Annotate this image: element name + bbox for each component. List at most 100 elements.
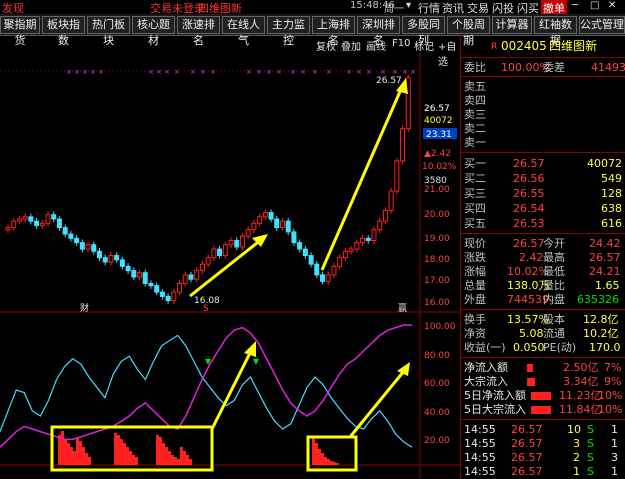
- tab-main-force-monitor[interactable]: 主力监控: [267, 16, 310, 47]
- separator: [461, 152, 625, 153]
- tick-time: 14:55: [464, 451, 496, 464]
- indicator-bar: [315, 443, 318, 465]
- tab-formula-manager[interactable]: 公式管理: [579, 16, 625, 34]
- signal-mark: ×: [380, 68, 386, 76]
- candle-body: [342, 250, 348, 259]
- kline-chart[interactable]: × × × × × × × × × × × × × × × × × × × × × × × × × × × 26.57 40072 …: [0, 53, 460, 479]
- weekday: 周一: [384, 4, 404, 15]
- candle-body: [68, 233, 74, 239]
- axis-label-prevclose: 23.31: [426, 130, 452, 140]
- signal-mark: ×: [246, 68, 252, 76]
- candle-body: [91, 244, 97, 252]
- bid1-price: 26.57: [513, 157, 545, 170]
- candle-body: [45, 214, 51, 224]
- stat-value: 170.0: [589, 341, 621, 354]
- candle-body: [22, 216, 28, 220]
- indicator-bar: [67, 443, 70, 465]
- indicator-bar: [312, 437, 315, 465]
- candle-body: [125, 265, 131, 272]
- chart-toolbar: 复权 叠加 画线 F10 标记 +自选: [0, 37, 460, 68]
- indicator-bar: [120, 439, 123, 465]
- tick-side: S: [587, 423, 594, 436]
- stat-label: 换手: [464, 313, 486, 326]
- indicator-bar: [123, 443, 126, 465]
- signal-mark: ×: [74, 68, 80, 76]
- maximize-icon[interactable]: □: [590, 0, 599, 11]
- flow-label: 5日大宗流入: [464, 403, 526, 416]
- tab-core-themes[interactable]: 核心题材: [132, 16, 175, 47]
- signal-mark: ×: [190, 68, 196, 76]
- separator: [461, 357, 625, 358]
- ask1-label: 卖一: [464, 136, 486, 149]
- candle-body: [354, 242, 360, 250]
- close-icon[interactable]: ✕: [608, 0, 616, 11]
- signal-mark: ×: [174, 68, 180, 76]
- indicator-bar: [321, 453, 324, 465]
- bid2-label: 买二: [464, 172, 486, 185]
- ask2-label: 卖二: [464, 122, 486, 135]
- bid3-label: 买三: [464, 187, 486, 200]
- tab-speed-rank[interactable]: 涨速排名: [177, 16, 220, 47]
- tab-shanghai-rank[interactable]: 上海排名: [312, 16, 355, 47]
- draw-line-button[interactable]: 画线: [366, 38, 386, 53]
- tab-sector-index[interactable]: 板块指数: [42, 16, 85, 47]
- candle-body: [308, 255, 314, 265]
- window-menu-icon[interactable]: ▾: [406, 0, 411, 11]
- tab-hot-sectors[interactable]: 热门板块: [87, 16, 130, 47]
- indicator-bar: [85, 453, 88, 465]
- candle-body: [257, 216, 263, 224]
- ind-label-40: 40.00: [424, 408, 450, 418]
- candle-body: [371, 229, 377, 241]
- flow-label: 净流入额: [464, 361, 508, 374]
- tab-shenzhen-rank[interactable]: 深圳排名: [357, 16, 400, 47]
- candle-body: [154, 285, 160, 293]
- candle-body: [320, 274, 326, 282]
- candle-body: [268, 212, 274, 220]
- stock-name: 四维图新: [549, 39, 598, 53]
- signal-markers: × × × × × × × × × × × × × × × × × × × × × × × × × × ×: [66, 68, 416, 76]
- tab-stock-period[interactable]: 个股周期: [447, 16, 490, 47]
- f10-button[interactable]: F10: [392, 38, 410, 49]
- stat-label: 量比: [543, 279, 565, 292]
- arrow-line-4: [348, 370, 406, 438]
- candle-body: [74, 237, 80, 244]
- stat-label: PE(动): [543, 341, 577, 354]
- tab-hongxiu-data[interactable]: 红袖数据: [534, 16, 577, 47]
- overlay-button[interactable]: 叠加: [341, 38, 361, 53]
- tab-online-popularity[interactable]: 在线人气: [222, 16, 265, 47]
- stat-value: 10.2亿: [583, 327, 619, 340]
- stat-label: 涨跌: [464, 251, 486, 264]
- signal-mark: ×: [346, 68, 352, 76]
- function-tab-bar: 聚指期货 板块指数 热门板块 核心题材 涨速排名 在线人气 主力监控 上海排名 …: [0, 14, 625, 47]
- flow-label: 5日净流入额: [464, 389, 526, 402]
- indicator-bar: [180, 447, 183, 465]
- candle-body: [39, 222, 45, 226]
- restore-rights-button[interactable]: 复权: [316, 38, 336, 53]
- title-bar: 发现 交易未登录 四维图新 15:48:46 周一 ▾ 行情 资讯 交易 闪投 …: [0, 0, 625, 16]
- flow-bar: [527, 364, 533, 372]
- candle-body: [102, 257, 108, 263]
- tick-vol: 2: [573, 451, 580, 464]
- bid5-vol: 616: [601, 217, 622, 230]
- signal-mark: ×: [164, 68, 170, 76]
- arrow-head-3: [244, 341, 256, 357]
- signal-mark: ×: [148, 68, 154, 76]
- weicha-label: 委差: [543, 61, 565, 74]
- annotation-arrows: [189, 78, 408, 298]
- tab-futures-index[interactable]: 聚指期货: [0, 16, 40, 47]
- ind-label-80: 80.00: [424, 351, 450, 361]
- indicator-bar: [135, 457, 138, 465]
- signal-mark: ×: [366, 68, 372, 76]
- separator: [461, 76, 625, 77]
- candle-body: [199, 263, 205, 272]
- tab-calculator[interactable]: 计算器: [492, 16, 532, 34]
- tick-vol: 3: [573, 437, 580, 450]
- tab-multi-stock[interactable]: 多股同列: [402, 16, 445, 47]
- mark-button[interactable]: 标记: [414, 38, 434, 53]
- weibi-row: 委比: [464, 61, 486, 74]
- indicator-bar: [183, 451, 186, 465]
- bid4-vol: 638: [601, 202, 622, 215]
- indicator-bar: [189, 459, 192, 465]
- minimize-icon[interactable]: ─: [572, 0, 578, 11]
- candle-body: [114, 255, 120, 261]
